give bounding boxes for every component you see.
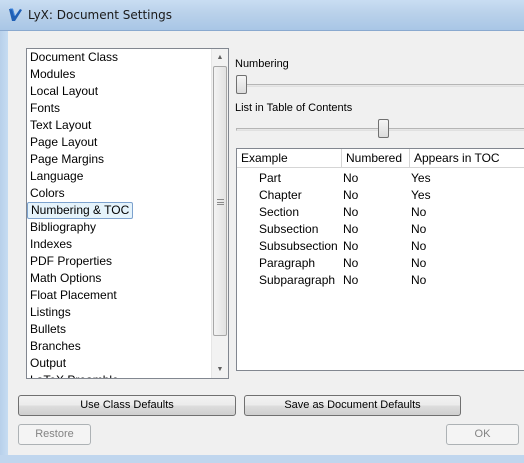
cell-example: Part <box>259 171 282 185</box>
category-item[interactable]: Math Options <box>27 270 213 287</box>
table-row[interactable]: Subparagraph No No <box>237 272 524 289</box>
cell-example: Section <box>259 205 300 219</box>
category-items: Document Class Modules Local Layout Fonts Te… <box>27 49 213 378</box>
category-item[interactable]: Text Layout <box>27 117 213 134</box>
column-header-appears-in-toc[interactable]: Appears in TOC <box>410 149 524 168</box>
cell-numbered: No <box>343 188 359 202</box>
category-item[interactable]: Language <box>27 168 213 185</box>
category-item[interactable]: LaTeX Preamble <box>27 372 213 378</box>
column-header-numbered[interactable]: Numbered <box>342 149 410 168</box>
cell-example: Paragraph <box>259 256 316 270</box>
table-row[interactable]: Subsection No No <box>237 221 524 238</box>
cell-appears-in-toc: No <box>411 273 427 287</box>
numbering-slider[interactable] <box>236 75 524 95</box>
window-frame-bottom <box>0 455 524 463</box>
category-item[interactable]: Output <box>27 355 213 372</box>
category-item[interactable]: Fonts <box>27 100 213 117</box>
table-row[interactable]: Paragraph No No <box>237 255 524 272</box>
lyx-logo-icon <box>9 8 22 21</box>
category-item[interactable]: Local Layout <box>27 83 213 100</box>
cell-appears-in-toc: No <box>411 239 427 253</box>
category-item[interactable]: Modules <box>27 66 213 83</box>
cell-example: Subsubsection <box>259 239 338 253</box>
cell-appears-in-toc: No <box>411 256 427 270</box>
category-item[interactable]: Indexes <box>27 236 213 253</box>
numbering-slider-track <box>236 84 524 87</box>
cell-numbered: No <box>343 171 359 185</box>
toc-label: List in Table of Contents <box>235 102 353 114</box>
scroll-up-arrow-icon[interactable]: ▲ <box>212 49 228 66</box>
category-list[interactable]: Document Class Modules Local Layout Fonts Te… <box>26 48 229 379</box>
cell-example: Chapter <box>259 188 302 202</box>
category-item[interactable]: Numbering & TOC <box>27 202 133 219</box>
category-item[interactable]: Float Placement <box>27 287 213 304</box>
cell-numbered: No <box>343 239 359 253</box>
cell-example: Subsection <box>259 222 319 236</box>
category-item[interactable]: Bibliography <box>27 219 213 236</box>
title-bar[interactable]: LyX: Document Settings <box>0 0 524 31</box>
table-row[interactable]: Subsubsection No No <box>237 238 524 255</box>
cell-example: Subparagraph <box>259 273 336 287</box>
dialog-body: Document Class Modules Local Layout Fonts Te… <box>8 31 524 455</box>
category-item[interactable]: Page Layout <box>27 134 213 151</box>
ok-button[interactable]: OK <box>446 424 519 445</box>
scroll-down-arrow-icon[interactable]: ▼ <box>212 361 228 378</box>
category-item[interactable]: Branches <box>27 338 213 355</box>
column-header-example[interactable]: Example <box>237 149 342 168</box>
category-item[interactable]: Colors <box>27 185 213 202</box>
window-frame-left <box>0 31 8 463</box>
toc-slider-thumb[interactable] <box>378 119 389 138</box>
category-item[interactable]: Listings <box>27 304 213 321</box>
numbering-label: Numbering <box>235 58 289 70</box>
window-title: LyX: Document Settings <box>28 8 172 22</box>
cell-numbered: No <box>343 222 359 236</box>
cell-appears-in-toc: Yes <box>411 188 431 202</box>
table-row[interactable]: Section No No <box>237 204 524 221</box>
table-row[interactable]: Part No Yes <box>237 170 524 187</box>
scrollbar-thumb[interactable] <box>213 66 227 336</box>
category-item[interactable]: Document Class <box>27 49 213 66</box>
cell-appears-in-toc: No <box>411 205 427 219</box>
category-item[interactable]: PDF Properties <box>27 253 213 270</box>
cell-appears-in-toc: No <box>411 222 427 236</box>
numbering-table[interactable]: Example Numbered Appears in TOC Part No Ye… <box>236 148 524 371</box>
cell-appears-in-toc: Yes <box>411 171 431 185</box>
grip-icon <box>217 199 224 205</box>
save-as-document-defaults-button[interactable]: Save as Document Defaults <box>244 395 461 416</box>
document-settings-window: LyX: Document Settings Document Class Mod… <box>0 0 524 463</box>
use-class-defaults-button[interactable]: Use Class Defaults <box>18 395 236 416</box>
category-item[interactable]: Page Margins <box>27 151 213 168</box>
table-row[interactable]: Chapter No Yes <box>237 187 524 204</box>
category-item[interactable]: Bullets <box>27 321 213 338</box>
restore-button[interactable]: Restore <box>18 424 91 445</box>
cell-numbered: No <box>343 273 359 287</box>
cell-numbered: No <box>343 256 359 270</box>
cell-numbered: No <box>343 205 359 219</box>
table-header: Example Numbered Appears in TOC <box>237 149 524 168</box>
toc-slider[interactable] <box>236 119 524 139</box>
category-scrollbar[interactable]: ▲ ▼ <box>211 49 228 378</box>
numbering-slider-thumb[interactable] <box>236 75 247 94</box>
